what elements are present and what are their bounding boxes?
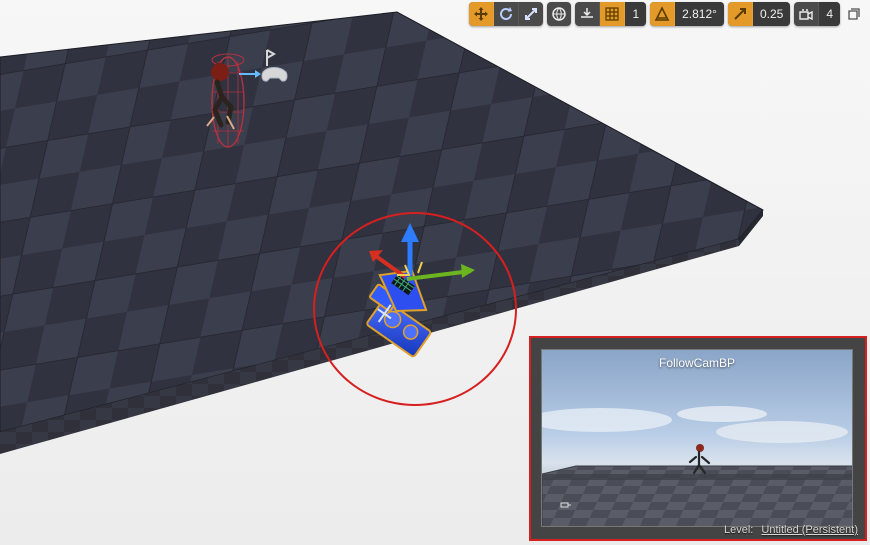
snap-group: 1 [575,2,647,26]
coordinate-space-group [547,2,572,26]
rotation-snap-button[interactable] [650,2,676,26]
level-label: Level: Untitled (Persistent) [724,524,858,536]
maximize-viewport-button[interactable] [844,4,864,24]
scale-snap-group: 0.25 [727,2,791,26]
world-local-toggle[interactable] [547,2,571,26]
camera-preview-panel: FollowCamBP Level: Untitled (Persistent) [529,336,867,541]
rotation-snap-value[interactable]: 2.812° [675,2,724,26]
camera-speed-button[interactable] [794,2,820,26]
camera-speed-icon [799,9,814,21]
transform-mode-group [469,2,544,26]
globe-icon [552,7,567,21]
character-head [211,63,229,81]
translate-icon [474,7,489,21]
scale-snap-value[interactable]: 0.25 [752,2,791,26]
scale-snap-button[interactable] [727,2,753,26]
scale-icon [525,8,538,20]
rotate-icon [500,7,513,20]
scale-mode-button[interactable] [519,2,543,26]
maximize-icon [848,8,860,20]
surface-snap-icon [581,8,594,18]
scale-arrow-icon [734,8,746,20]
level-value[interactable]: Untitled (Persistent) [761,524,858,536]
preview-title: FollowCamBP [658,356,736,370]
grid-snap-value[interactable]: 1 [625,2,647,26]
camera-speed-value[interactable]: 4 [819,2,840,26]
camera-preview-viewport: FollowCamBP [541,349,853,527]
rotation-snap-group: 2.812° [650,2,724,26]
grid-icon [605,7,620,21]
grid-snap-button[interactable] [600,2,626,26]
camera-speed-group: 4 [794,2,840,26]
level-editor-viewport[interactable]: 1 2.812° 0.25 4 FollowCamBP Level: Untit… [0,0,870,545]
rotate-mode-button[interactable] [494,2,520,26]
angle-icon [654,6,670,21]
level-label-text: Level: [723,524,754,536]
preview-widget-icon [560,502,571,508]
preview-scene [542,406,852,526]
translate-mode-button[interactable] [469,2,495,26]
surface-snap-button[interactable] [575,2,601,26]
viewport-toolbar: 1 2.812° 0.25 4 [469,2,864,26]
